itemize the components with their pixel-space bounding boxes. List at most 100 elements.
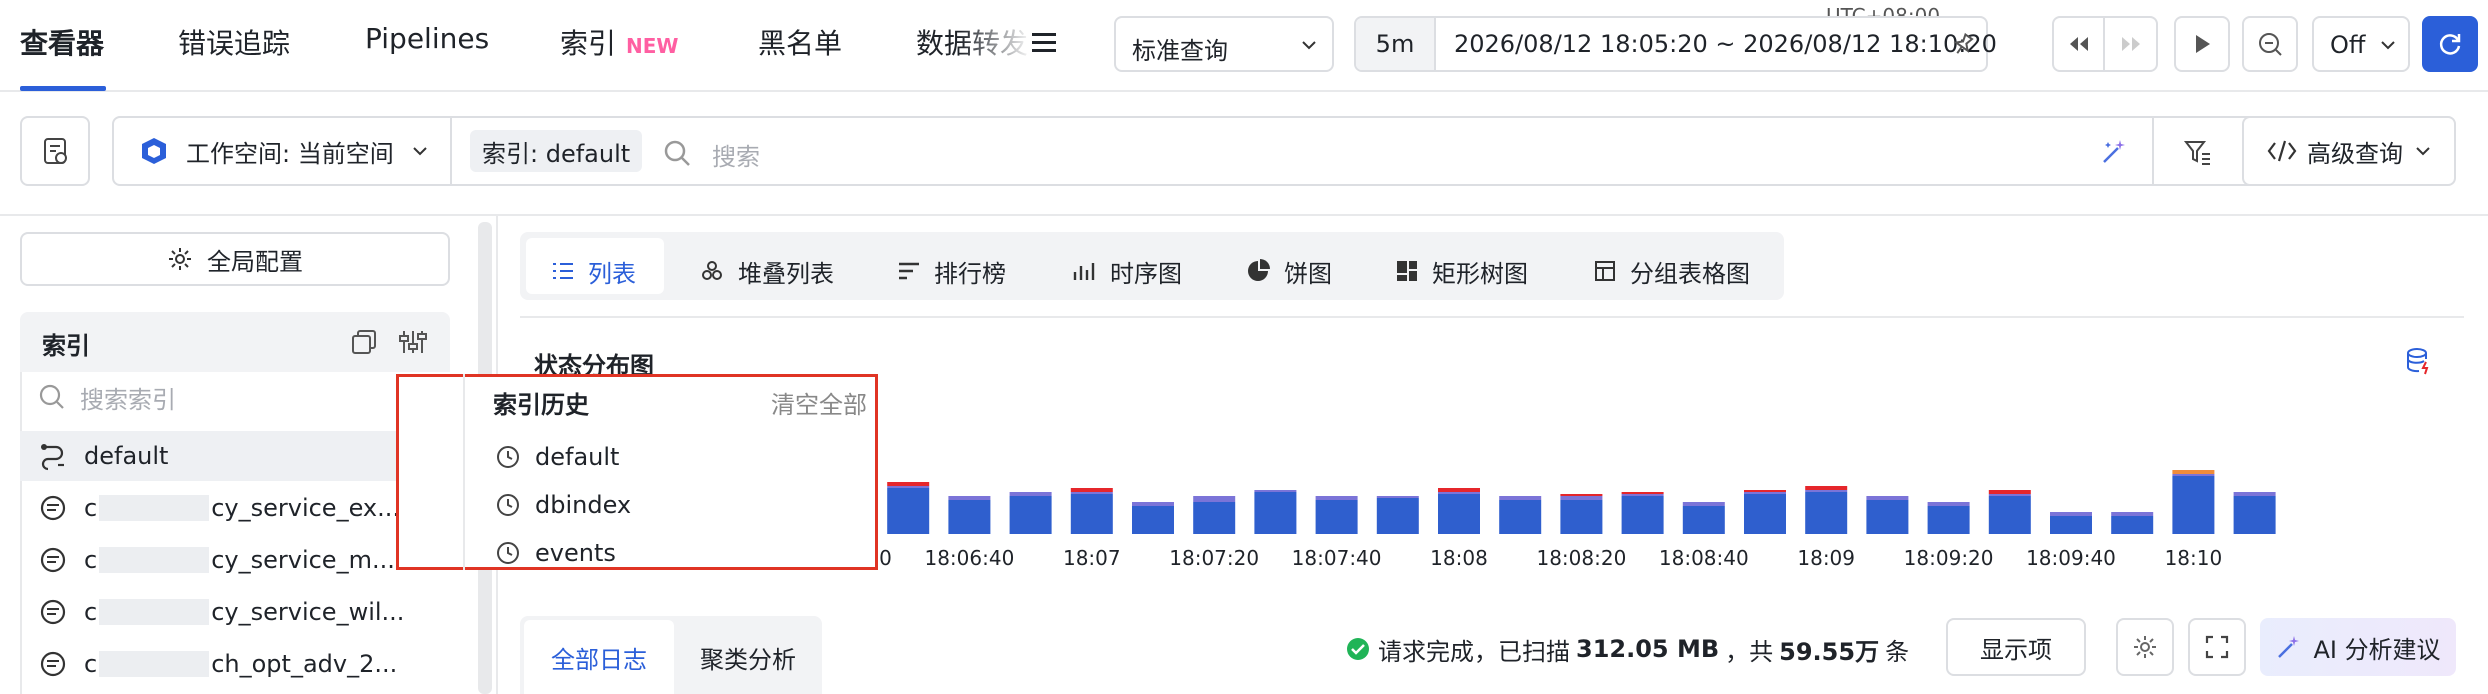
viz-tab-ranking[interactable]: 排行榜 <box>898 242 1006 300</box>
tab-cluster-analysis[interactable]: 聚类分析 <box>674 620 822 694</box>
bar-segment <box>1070 488 1113 492</box>
viz-tab-group-table[interactable]: 分组表格图 <box>1594 242 1750 300</box>
x-tick-label: 18:07:40 <box>1291 546 1382 570</box>
query-mode-select[interactable]: 标准查询 <box>1114 16 1334 72</box>
cube-icon <box>142 138 166 164</box>
rewind-icon[interactable] <box>2054 18 2106 70</box>
viz-tab-list[interactable]: 列表 <box>552 242 636 300</box>
play-button[interactable] <box>2174 16 2230 72</box>
bar-segment <box>1621 492 1664 494</box>
bar-segment <box>887 482 930 486</box>
bar-segment <box>1744 490 1786 492</box>
index-panel-title: 索引 <box>42 332 90 360</box>
expand-icon <box>2205 635 2229 659</box>
active-tab-indicator <box>20 86 106 91</box>
refresh-interval-select[interactable]: Off <box>2312 16 2410 72</box>
bar-segment <box>1805 490 1848 492</box>
filter-icon[interactable] <box>2182 136 2214 168</box>
display-fields-button[interactable]: 显示项 <box>1946 618 2086 676</box>
viz-tab-stacked-list[interactable]: 堆叠列表 <box>700 242 834 300</box>
tab-pipelines[interactable]: Pipelines <box>365 22 489 55</box>
index-item-label: ch_opt_adv_2... <box>211 650 398 678</box>
query-bar: 工作空间: 当前空间 索引: default 搜索 高级查询 <box>0 92 2488 216</box>
x-tick-label: 18:07:20 <box>1169 546 1260 570</box>
tab-error-tracking[interactable]: 错误追踪 <box>178 22 290 62</box>
search-icon <box>39 384 64 409</box>
bar-segment <box>2172 470 2215 474</box>
bar-segment <box>1866 496 1909 500</box>
viz-tab-pie[interactable]: 饼图 <box>1246 242 1332 300</box>
time-range-picker[interactable]: 5m 2026/08/12 18:05:20 ~ 2026/08/12 18:1… <box>1354 16 1997 72</box>
saved-query-button[interactable] <box>20 116 90 186</box>
clear-history-button[interactable]: 清空全部 <box>771 385 867 420</box>
history-item[interactable]: events <box>495 539 616 567</box>
tab-index[interactable]: 索引 NEW <box>560 22 678 62</box>
bar-segment <box>1070 492 1113 494</box>
fullscreen-button[interactable] <box>2188 618 2246 676</box>
workspace-select[interactable]: 工作空间: 当前空间 <box>114 118 452 184</box>
index-item-default[interactable]: default <box>20 431 426 481</box>
copy-icon[interactable] <box>350 328 378 356</box>
index-item[interactable]: c cy_service_wil... <box>20 587 430 637</box>
tab-index-label: 索引 <box>560 27 617 60</box>
bar-segment <box>1070 494 1113 534</box>
table-icon <box>1595 261 1615 281</box>
bar-segment <box>2172 476 2215 534</box>
search-icon <box>664 140 690 166</box>
x-tick-label: 18:08 <box>1430 546 1488 570</box>
x-tick-label: 18:10 <box>2164 546 2223 570</box>
list-circle-icon <box>40 599 66 625</box>
fast-forward-icon[interactable] <box>2105 18 2156 70</box>
refresh-button[interactable] <box>2422 16 2478 72</box>
bar-segment <box>1376 496 1419 498</box>
advanced-query-label: 高级查询 <box>2307 139 2403 168</box>
ai-analysis-button[interactable]: AI 分析建议 <box>2260 618 2456 676</box>
status-prefix: 请求完成，已扫描 <box>1378 637 1570 666</box>
clock-icon <box>497 494 519 516</box>
viz-tab-label: 列表 <box>588 259 636 288</box>
history-item[interactable]: dbindex <box>495 491 631 519</box>
search-container: 工作空间: 当前空间 索引: default 搜索 <box>112 116 2324 186</box>
bar-segment <box>1744 492 1786 494</box>
bar-segment <box>1193 502 1236 534</box>
magic-wand-icon[interactable] <box>2098 136 2130 168</box>
bar-segment <box>887 488 930 534</box>
new-badge: NEW <box>626 34 679 58</box>
tab-blacklist[interactable]: 黑名单 <box>758 22 842 62</box>
bar-segment <box>1988 490 2031 494</box>
settings-button[interactable] <box>2116 618 2174 676</box>
zoom-out-button[interactable] <box>2242 16 2298 72</box>
index-search-input[interactable]: 搜索索引 <box>38 376 398 418</box>
clock-icon <box>497 542 519 564</box>
viz-tab-timeseries[interactable]: 时序图 <box>1072 242 1182 300</box>
history-item[interactable]: default <box>495 443 619 471</box>
redaction-mask <box>99 547 210 573</box>
pin-icon[interactable] <box>1950 32 1976 58</box>
database-alert-icon[interactable] <box>2404 346 2434 376</box>
clock-icon <box>497 446 519 468</box>
query-mode-value: 标准查询 <box>1132 37 1228 65</box>
bar-segment <box>1193 496 1236 502</box>
tab-all-logs[interactable]: 全部日志 <box>524 620 674 694</box>
time-quick-select[interactable]: 5m <box>1356 18 1436 70</box>
index-item[interactable]: c ch_opt_adv_2... <box>20 639 430 689</box>
menu-icon[interactable] <box>1030 30 1058 56</box>
index-tag[interactable]: 索引: default <box>470 130 643 172</box>
redaction-mask <box>99 651 210 677</box>
search-input[interactable]: 搜索 <box>712 137 760 172</box>
tab-viewer[interactable]: 查看器 <box>20 22 104 62</box>
bar-segment <box>1988 494 2031 496</box>
viz-tab-treemap[interactable]: 矩形树图 <box>1396 242 1528 300</box>
bar-segment <box>1499 496 1542 500</box>
bar-segment <box>1438 494 1480 534</box>
index-item[interactable]: c cy_service_ex... <box>20 483 430 533</box>
global-config-button[interactable]: 全局配置 <box>20 232 450 286</box>
index-item[interactable]: c cy_service_m... <box>20 535 430 585</box>
sliders-icon[interactable] <box>398 328 428 356</box>
pie-chart-icon <box>1248 259 1270 281</box>
bar-segment <box>1988 496 2031 534</box>
workspace-value: 工作空间: 当前空间 <box>186 139 394 168</box>
bar-segment <box>1254 490 1297 492</box>
advanced-query-button[interactable]: 高级查询 <box>2242 116 2456 186</box>
index-item-label: cy_service_ex... <box>211 494 401 522</box>
